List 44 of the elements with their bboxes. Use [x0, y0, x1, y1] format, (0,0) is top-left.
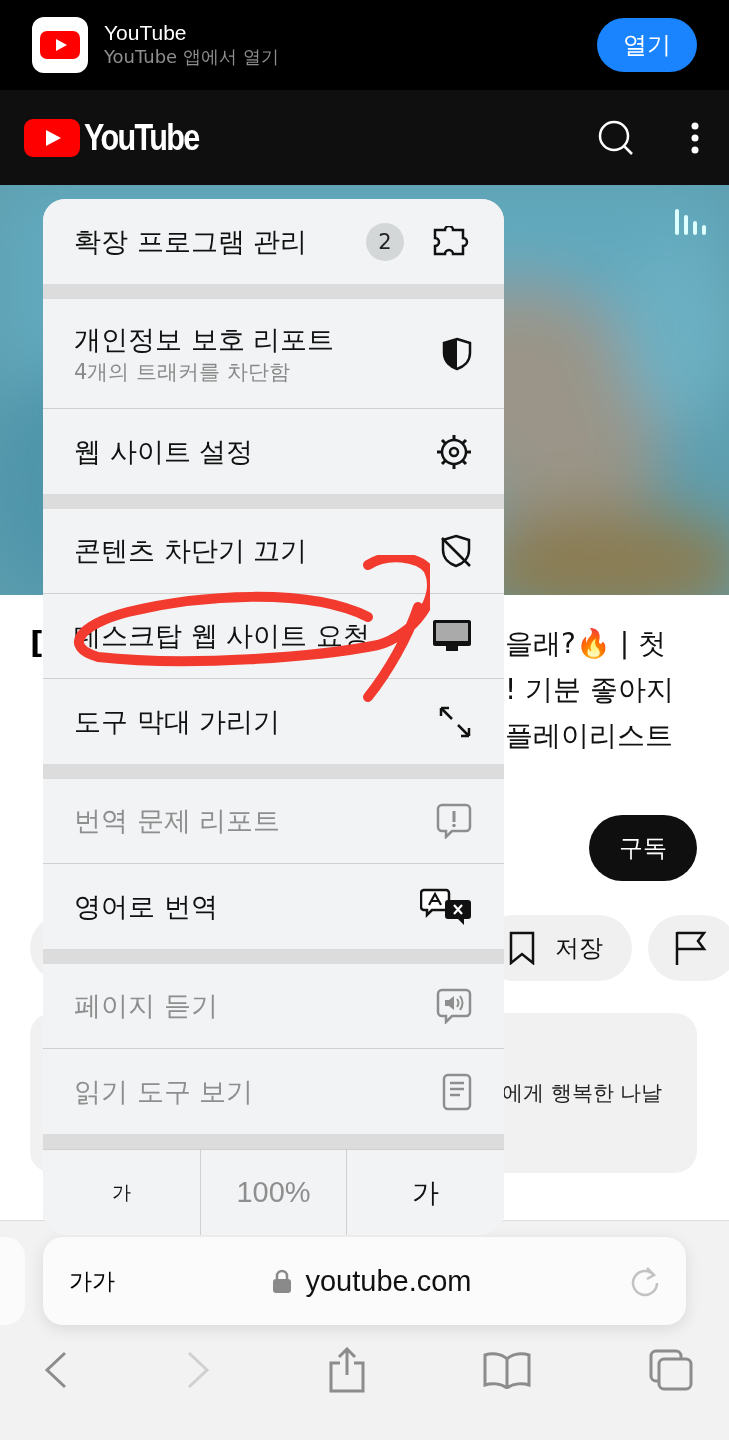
menu-item[interactable]: 콘텐츠 차단기 끄기 [43, 509, 504, 594]
app-subtitle: YouTube 앱에서 열기 [104, 45, 280, 69]
address-bar[interactable]: 가가 youtube.com [43, 1237, 686, 1325]
alert-bubble-icon [436, 803, 472, 839]
back-icon[interactable] [44, 1351, 68, 1389]
shield-slash-icon [440, 534, 472, 568]
menu-item[interactable]: 개인정보 보호 리포트 4개의 트래커를 차단함 [43, 299, 504, 409]
report-button[interactable] [647, 915, 729, 981]
translate-icon [420, 887, 472, 926]
lock-icon [273, 1269, 292, 1293]
count-badge: 2 [366, 222, 404, 261]
zoom-level: 100% [200, 1150, 346, 1235]
document-icon [442, 1072, 472, 1111]
increase-text-button[interactable]: 가 [346, 1150, 504, 1235]
url-text: youtube.com [305, 1264, 472, 1298]
expand-arrows-icon [438, 704, 472, 739]
menu-item-subtitle: 4개의 트래커를 차단함 [74, 358, 291, 386]
equalizer-icon[interactable] [675, 209, 707, 235]
decrease-text-button[interactable]: 가 [43, 1150, 200, 1235]
text-size-button[interactable]: 가가 [69, 1265, 115, 1297]
menu-item[interactable]: 웹 사이트 설정 [43, 409, 504, 494]
reload-icon[interactable] [630, 1265, 660, 1297]
search-icon[interactable] [597, 118, 635, 157]
tabs-icon[interactable] [649, 1349, 693, 1391]
desktop-icon [432, 619, 472, 653]
menu-item[interactable]: 도구 막대 가리기 [43, 679, 504, 764]
speaker-bubble-icon [436, 988, 472, 1024]
app-title: YouTube [104, 21, 188, 45]
menu-item[interactable]: 확장 프로그램 관리 2 [43, 199, 504, 284]
video-title-line: ! 기분 좋아지 [505, 672, 676, 708]
video-title-line: 을래?🔥 | 첫 [505, 626, 668, 662]
shield-icon [442, 336, 472, 371]
card-text: 에게 행복한 나날 [502, 1080, 663, 1107]
bookmark-icon [509, 931, 536, 965]
more-icon[interactable] [691, 121, 699, 154]
bookmarks-icon[interactable] [483, 1351, 532, 1389]
app-icon [32, 17, 88, 73]
share-icon[interactable] [327, 1347, 366, 1393]
open-button[interactable]: 열기 [597, 18, 697, 72]
subscribe-button[interactable]: 구독 [589, 815, 697, 881]
gear-icon [436, 433, 472, 470]
video-title-line: 플레이리스트 [505, 718, 674, 754]
video-title-fragment: [ [30, 625, 44, 662]
flag-icon [673, 930, 708, 966]
